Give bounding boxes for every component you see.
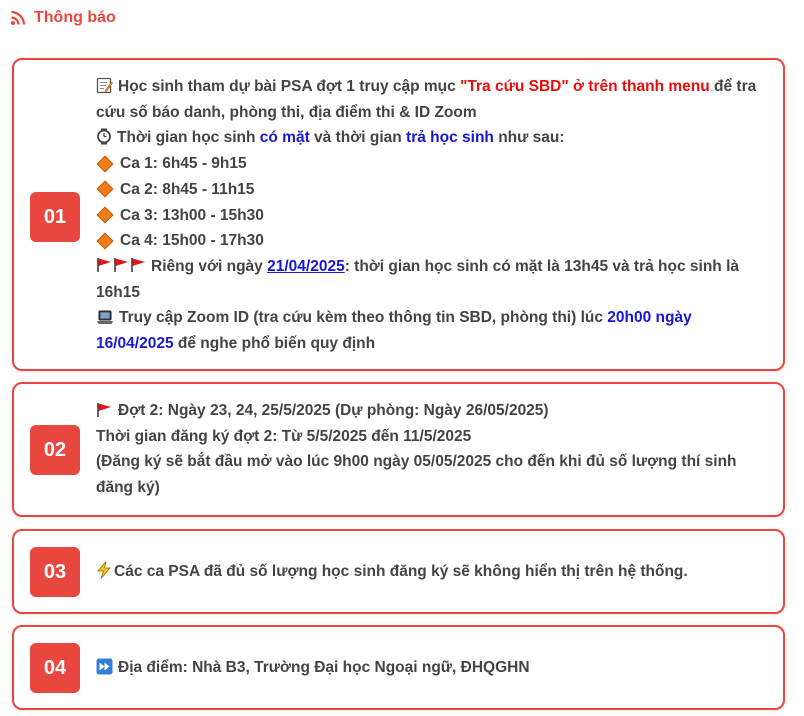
fast-forward-icon	[96, 658, 113, 675]
notice-card-02: 02 Đợt 2: Ngày 23, 24, 25/5/2025 (Dự phò…	[12, 382, 785, 517]
shift-item: Ca 1: 6h45 - 9h15	[96, 151, 767, 177]
notice-text: và thời gian	[309, 129, 407, 147]
card-content: Đợt 2: Ngày 23, 24, 25/5/2025 (Dự phòng:…	[96, 398, 767, 501]
notice-text: như sau:	[493, 129, 565, 147]
watch-icon	[97, 128, 111, 145]
notice-text: Đợt 2: Ngày 23, 24, 25/5/2025 (Dự phòng:…	[118, 402, 549, 419]
card-number: 01	[30, 192, 80, 242]
shift-text: Ca 2: 8h45 - 11h15	[120, 180, 255, 198]
rss-icon	[11, 10, 26, 25]
notice-card-04: 04 Địa điểm: Nhà B3, Trường Đại học Ngoạ…	[12, 625, 785, 710]
shift-item: Ca 2: 8h45 - 11h15	[96, 177, 767, 203]
notice-text: Riêng với ngày	[151, 257, 268, 275]
notice-card-01: 01 Học sinh tham dự bài PSA đợt 1 truy c…	[12, 58, 785, 371]
highlight-text: trả học sinh	[406, 129, 494, 147]
section-title: Thông báo	[34, 9, 116, 26]
notice-text: Thời gian học sinh	[117, 129, 260, 147]
orange-diamond-icon	[96, 155, 114, 173]
notice-line: Địa điểm: Nhà B3, Trường Đại học Ngoại n…	[96, 655, 767, 681]
memo-icon	[96, 77, 113, 94]
notice-line: Thời gian học sinh có mặt và thời gian t…	[96, 125, 767, 151]
card-content: Địa điểm: Nhà B3, Trường Đại học Ngoại n…	[96, 655, 767, 681]
notice-text: Học sinh tham dự bài PSA đợt 1 truy cập …	[118, 78, 461, 95]
notice-text: Địa điểm: Nhà B3, Trường Đại học Ngoại n…	[118, 659, 530, 676]
card-content: Học sinh tham dự bài PSA đợt 1 truy cập …	[96, 74, 767, 357]
date-link[interactable]: 21/04/2025	[267, 258, 345, 275]
menu-reference-text: "Tra cứu SBD" ở trên thanh menu	[460, 78, 710, 95]
card-number: 02	[30, 425, 80, 475]
lightning-icon	[97, 561, 111, 579]
shift-text: Ca 4: 15h00 - 17h30	[120, 232, 264, 250]
notice-line: Đợt 2: Ngày 23, 24, 25/5/2025 (Dự phòng:…	[96, 398, 767, 424]
card-number: 04	[30, 643, 80, 693]
notice-line: Thời gian đăng ký đợt 2: Từ 5/5/2025 đến…	[96, 427, 472, 445]
notice-line: Truy cập Zoom ID (tra cứu kèm theo thông…	[96, 305, 767, 356]
notice-line: (Đăng ký sẽ bắt đầu mở vào lúc 9h00 ngày…	[96, 453, 737, 497]
card-number: 03	[30, 547, 80, 597]
orange-diamond-icon	[96, 232, 114, 250]
notice-text: Truy cập Zoom ID (tra cứu kèm theo thông…	[119, 309, 608, 327]
notice-line: Riêng với ngày 21/04/2025: thời gian học…	[96, 254, 767, 305]
section-header: Thông báo	[10, 6, 116, 30]
notice-line: Các ca PSA đã đủ số lượng học sinh đăng …	[96, 559, 767, 585]
laptop-icon	[97, 310, 113, 325]
highlight-text: có mặt	[259, 129, 310, 147]
shift-text: Ca 3: 13h00 - 15h30	[120, 206, 264, 224]
shift-text: Ca 1: 6h45 - 9h15	[120, 155, 247, 173]
card-content: Các ca PSA đã đủ số lượng học sinh đăng …	[96, 559, 767, 585]
orange-diamond-icon	[96, 206, 114, 224]
notice-text: Các ca PSA đã đủ số lượng học sinh đăng …	[114, 563, 688, 580]
red-flag-icon	[96, 254, 147, 280]
notice-line: Học sinh tham dự bài PSA đợt 1 truy cập …	[96, 74, 767, 125]
notice-card-03: 03 Các ca PSA đã đủ số lượng học sinh đă…	[12, 529, 785, 614]
orange-diamond-icon	[96, 180, 114, 198]
shift-item: Ca 3: 13h00 - 15h30	[96, 203, 767, 229]
shift-item: Ca 4: 15h00 - 17h30	[96, 228, 767, 254]
notice-text: để nghe phổ biến quy định	[173, 335, 376, 353]
red-flag-icon	[97, 403, 111, 417]
